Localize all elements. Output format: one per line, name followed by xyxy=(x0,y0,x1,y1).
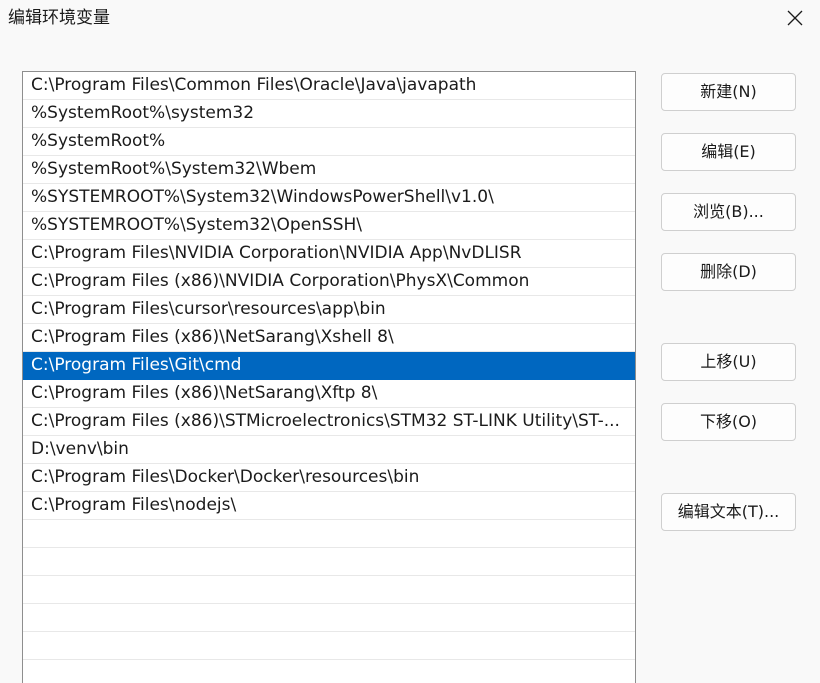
path-list-empty-row[interactable] xyxy=(23,660,635,683)
browse-button[interactable]: 浏览(B)... xyxy=(661,193,796,231)
path-list-empty-row[interactable] xyxy=(23,576,635,604)
move-down-button[interactable]: 下移(O) xyxy=(661,403,796,441)
delete-button[interactable]: 删除(D) xyxy=(661,253,796,291)
path-list-item[interactable]: D:\venv\bin xyxy=(23,436,635,464)
path-list-item[interactable]: C:\Program Files (x86)\NetSarang\Xshell … xyxy=(23,324,635,352)
edit-env-var-dialog: 编辑环境变量 C:\Program Files\Common Files\Ora… xyxy=(0,0,820,683)
move-up-button[interactable]: 上移(U) xyxy=(661,343,796,381)
path-list-item[interactable]: C:\Program Files (x86)\NetSarang\Xftp 8\ xyxy=(23,380,635,408)
path-list-item[interactable]: %SYSTEMROOT%\System32\OpenSSH\ xyxy=(23,212,635,240)
path-list[interactable]: C:\Program Files\Common Files\Oracle\Jav… xyxy=(22,71,636,683)
path-list-item[interactable]: C:\Program Files (x86)\NVIDIA Corporatio… xyxy=(23,268,635,296)
path-list-item[interactable]: C:\Program Files (x86)\STMicroelectronic… xyxy=(23,408,635,436)
path-list-empty-row[interactable] xyxy=(23,520,635,548)
close-icon xyxy=(787,10,803,26)
path-list-empty-row[interactable] xyxy=(23,632,635,660)
path-list-item[interactable]: %SystemRoot% xyxy=(23,128,635,156)
path-list-item[interactable]: %SYSTEMROOT%\System32\WindowsPowerShell\… xyxy=(23,184,635,212)
path-list-empty-row[interactable] xyxy=(23,548,635,576)
path-list-item[interactable]: C:\Program Files\nodejs\ xyxy=(23,492,635,520)
path-list-item[interactable]: %SystemRoot%\system32 xyxy=(23,100,635,128)
path-list-item[interactable]: C:\Program Files\cursor\resources\app\bi… xyxy=(23,296,635,324)
path-list-item[interactable]: C:\Program Files\Git\cmd xyxy=(23,352,635,380)
path-list-item[interactable]: %SystemRoot%\System32\Wbem xyxy=(23,156,635,184)
path-list-empty-row[interactable] xyxy=(23,604,635,632)
close-button[interactable] xyxy=(772,0,818,36)
edit-button[interactable]: 编辑(E) xyxy=(661,133,796,171)
new-button[interactable]: 新建(N) xyxy=(661,73,796,111)
path-list-item[interactable]: C:\Program Files\Docker\Docker\resources… xyxy=(23,464,635,492)
path-list-item[interactable]: C:\Program Files\Common Files\Oracle\Jav… xyxy=(23,72,635,100)
edit-text-button[interactable]: 编辑文本(T)... xyxy=(661,493,796,531)
dialog-title: 编辑环境变量 xyxy=(8,8,110,28)
path-list-item[interactable]: C:\Program Files\NVIDIA Corporation\NVID… xyxy=(23,240,635,268)
